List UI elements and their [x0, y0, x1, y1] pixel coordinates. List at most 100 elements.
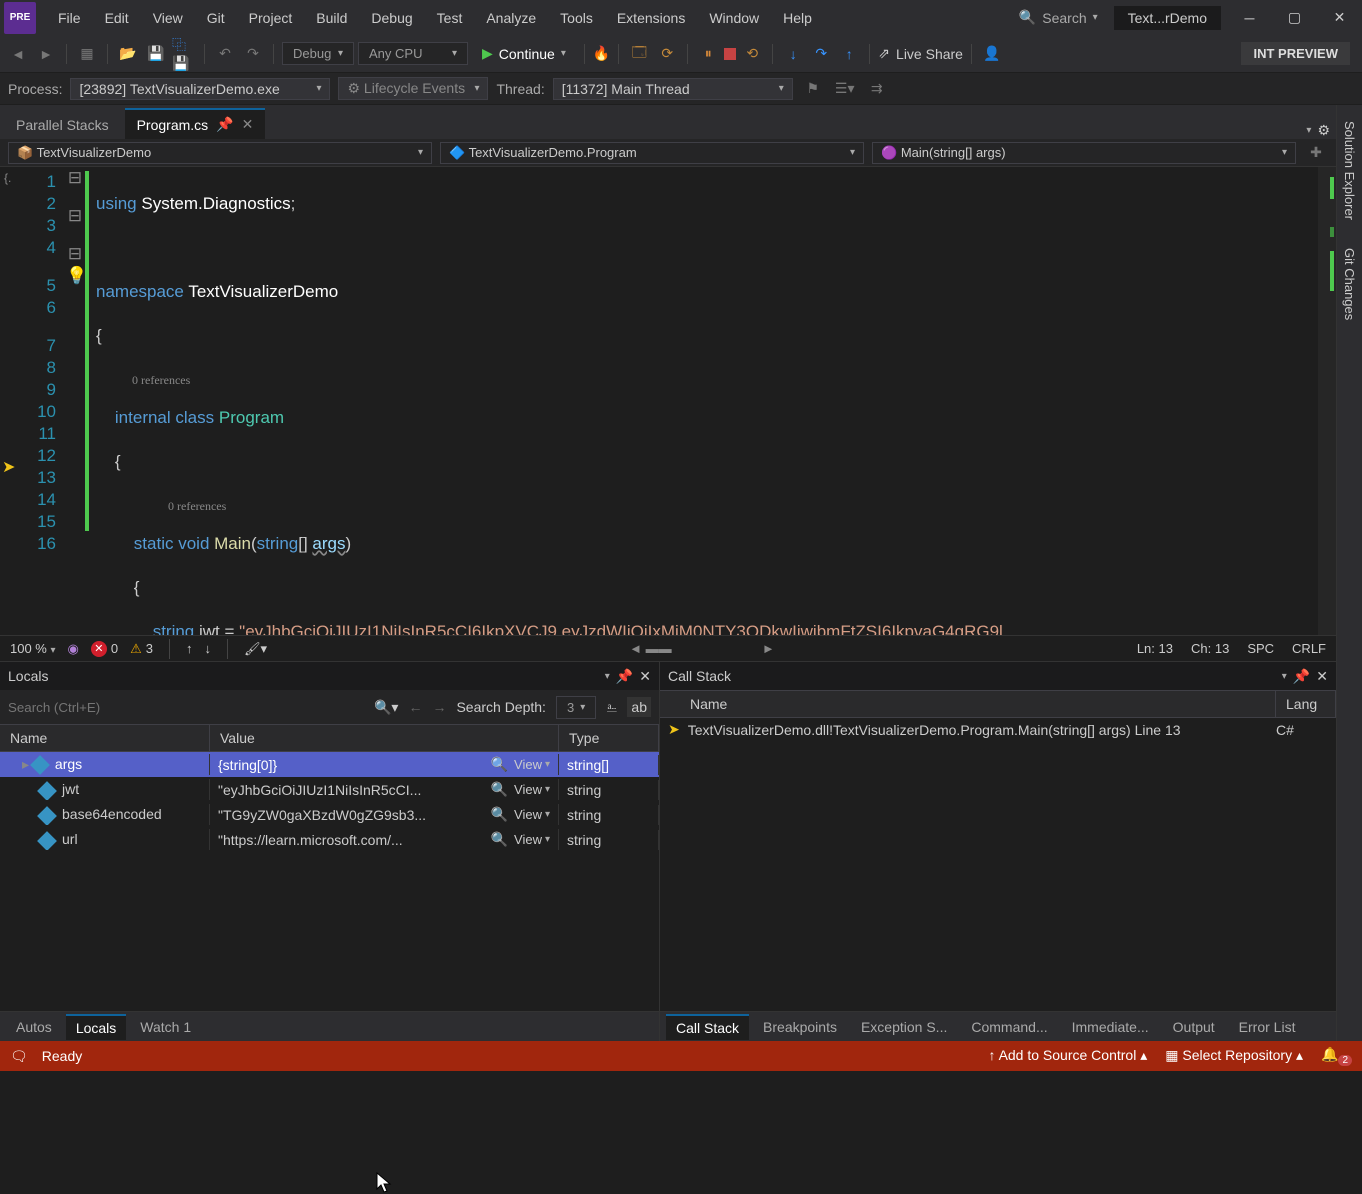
step-over-icon[interactable]: ↷ — [809, 42, 833, 66]
step-into-icon[interactable]: ↓ — [781, 42, 805, 66]
h-scrollbar[interactable]: ◄ ▬▬ ► — [629, 641, 775, 656]
quick-actions-icon[interactable]: ◉ — [68, 641, 79, 657]
magnifier-icon[interactable]: 🔍 — [491, 756, 508, 773]
maximize-button[interactable]: ▢ — [1272, 0, 1317, 35]
visualizer-dropdown[interactable]: View ▾ — [514, 832, 550, 847]
git-changes-tab[interactable]: Git Changes — [1340, 236, 1359, 332]
window-position-icon[interactable]: ▾ — [1282, 671, 1287, 682]
close-tab-icon[interactable]: ✕ — [242, 116, 254, 133]
pin-icon[interactable]: 📌 — [616, 668, 633, 685]
tab-parallel-stacks[interactable]: Parallel Stacks — [4, 111, 121, 139]
menu-debug[interactable]: Debug — [359, 4, 424, 32]
prev-issue-icon[interactable]: ↑ — [186, 641, 193, 656]
magnifier-icon[interactable]: 🔍 — [491, 781, 508, 798]
menu-view[interactable]: View — [141, 4, 195, 32]
visualizer-dropdown[interactable]: View ▾ — [514, 757, 550, 772]
menu-file[interactable]: File — [46, 4, 93, 32]
panel-tab-exception-s-[interactable]: Exception S... — [851, 1015, 957, 1039]
panel-tab-command-[interactable]: Command... — [961, 1015, 1057, 1039]
tab-settings-icon[interactable]: ⚙ — [1317, 122, 1330, 139]
panel-tab-error-list[interactable]: Error List — [1229, 1015, 1306, 1039]
hot-reload-icon[interactable]: 🔥 — [593, 45, 610, 62]
nav-back-icon[interactable]: ← — [408, 699, 422, 715]
menu-build[interactable]: Build — [304, 4, 359, 32]
char-col[interactable]: Ch: 13 — [1191, 641, 1229, 656]
panel-tab-autos[interactable]: Autos — [6, 1015, 62, 1039]
locals-row[interactable]: jwt"eyJhbGciOiJIUzI1NiIsInR5cCI...🔍View … — [0, 777, 659, 802]
warning-count[interactable]: ⚠3 — [130, 641, 153, 657]
toggle-icon[interactable]: ab — [627, 697, 651, 717]
nav-back-icon[interactable]: ◄ — [6, 42, 30, 66]
lifecycle-combo[interactable]: ⚙ Lifecycle Events▾ — [338, 77, 488, 100]
panel-tab-locals[interactable]: Locals — [66, 1014, 126, 1040]
tab-overflow-icon[interactable]: ▾ — [1306, 125, 1311, 136]
solution-explorer-tab[interactable]: Solution Explorer — [1340, 109, 1359, 232]
split-editor-icon[interactable]: ✚ — [1304, 141, 1328, 165]
magnifier-icon[interactable]: 🔍 — [491, 831, 508, 848]
pin-icon[interactable]: 📌 — [1293, 668, 1310, 685]
save-all-icon[interactable]: ⿻💾 — [172, 42, 196, 66]
vertical-scrollbar[interactable] — [1318, 167, 1336, 635]
class-crumb[interactable]: 🔷 TextVisualizerDemo.Program▾ — [440, 142, 864, 164]
visualizer-dropdown[interactable]: View ▾ — [514, 782, 550, 797]
expand-icon[interactable]: ▸ — [22, 756, 29, 772]
close-button[interactable]: ✕ — [1317, 0, 1362, 35]
redo-icon[interactable]: ↷ — [241, 42, 265, 66]
panel-tab-output[interactable]: Output — [1163, 1015, 1225, 1039]
undo-icon[interactable]: ↶ — [213, 42, 237, 66]
browser-link-icon[interactable]: 🗔 — [627, 42, 651, 66]
menu-window[interactable]: Window — [697, 4, 771, 32]
output-icon[interactable]: 🗨 — [10, 1048, 28, 1065]
save-icon[interactable]: 💾 — [144, 42, 168, 66]
process-combo[interactable]: [23892] TextVisualizerDemo.exe▾ — [70, 78, 330, 100]
line-col[interactable]: Ln: 13 — [1137, 641, 1173, 656]
locals-search-input[interactable] — [8, 700, 364, 715]
pin-icon[interactable]: 📌 — [216, 116, 233, 133]
new-project-icon[interactable]: ▦ — [75, 42, 99, 66]
menu-tools[interactable]: Tools — [548, 4, 605, 32]
menu-project[interactable]: Project — [237, 4, 305, 32]
stack-frame-row[interactable]: ➤ TextVisualizerDemo.dll!TextVisualizerD… — [660, 718, 1336, 741]
threads-icon[interactable]: ⇉ — [865, 77, 889, 101]
window-position-icon[interactable]: ▾ — [605, 671, 610, 682]
panel-tab-immediate-[interactable]: Immediate... — [1062, 1015, 1159, 1039]
menu-extensions[interactable]: Extensions — [605, 4, 697, 32]
codelens-refs[interactable]: 0 references — [96, 369, 1318, 385]
menu-help[interactable]: Help — [771, 4, 824, 32]
notifications-icon[interactable]: 🔔2 — [1321, 1046, 1352, 1066]
panel-tab-call-stack[interactable]: Call Stack — [666, 1014, 749, 1040]
solution-platform-combo[interactable]: Any CPU▾ — [358, 42, 468, 65]
next-issue-icon[interactable]: ↓ — [205, 641, 212, 656]
codelens-refs[interactable]: 0 references — [96, 495, 1318, 511]
error-count[interactable]: ✕0 — [91, 641, 118, 657]
continue-button[interactable]: ▶ Continue ▾ — [472, 43, 576, 64]
search-box[interactable]: 🔍 Search ▾ — [1009, 5, 1108, 30]
stack-frame-icon[interactable]: ☰▾ — [833, 77, 857, 101]
zoom-level[interactable]: 100 % ▾ — [10, 641, 56, 656]
method-crumb[interactable]: 🟣 Main(string[] args)▾ — [872, 142, 1296, 164]
select-repository[interactable]: ▦ Select Repository ▴ — [1165, 1047, 1303, 1064]
panel-tab-breakpoints[interactable]: Breakpoints — [753, 1015, 847, 1039]
menu-analyze[interactable]: Analyze — [474, 4, 548, 32]
indent-mode[interactable]: SPC — [1247, 641, 1274, 656]
panel-tab-watch-1[interactable]: Watch 1 — [130, 1015, 201, 1039]
break-all-icon[interactable]: ⏸ — [696, 42, 720, 66]
menu-git[interactable]: Git — [195, 4, 237, 32]
locals-row[interactable]: base64encoded"TG9yZW0gaXBzdW0gZG9sb3...🔍… — [0, 802, 659, 827]
nav-fwd-icon[interactable]: ► — [34, 42, 58, 66]
code-editor[interactable]: ➤ {. 12345678910111213141516 ⊟⊟⊟💡 using … — [0, 167, 1336, 635]
locals-row[interactable]: url"https://learn.microsoft.com/...🔍View… — [0, 827, 659, 852]
minimize-button[interactable]: ─ — [1227, 0, 1272, 35]
solution-name[interactable]: Text...rDemo — [1114, 6, 1221, 30]
nav-fwd-icon[interactable]: → — [432, 699, 446, 715]
add-source-control[interactable]: ↑ Add to Source Control ▴ — [988, 1047, 1147, 1064]
refresh-icon[interactable]: ⟳ — [655, 42, 679, 66]
magnifier-icon[interactable]: 🔍 — [491, 806, 508, 823]
cleanup-icon[interactable]: 🖌▾ — [244, 641, 267, 657]
search-icon[interactable]: 🔍▾ — [374, 699, 398, 716]
filter-icon[interactable]: ⎁ — [606, 699, 617, 716]
restart-icon[interactable]: ⟲ — [740, 42, 764, 66]
thread-combo[interactable]: [11372] Main Thread▾ — [553, 78, 793, 100]
close-panel-icon[interactable]: ✕ — [639, 668, 651, 685]
stop-debug-icon[interactable] — [724, 48, 736, 60]
